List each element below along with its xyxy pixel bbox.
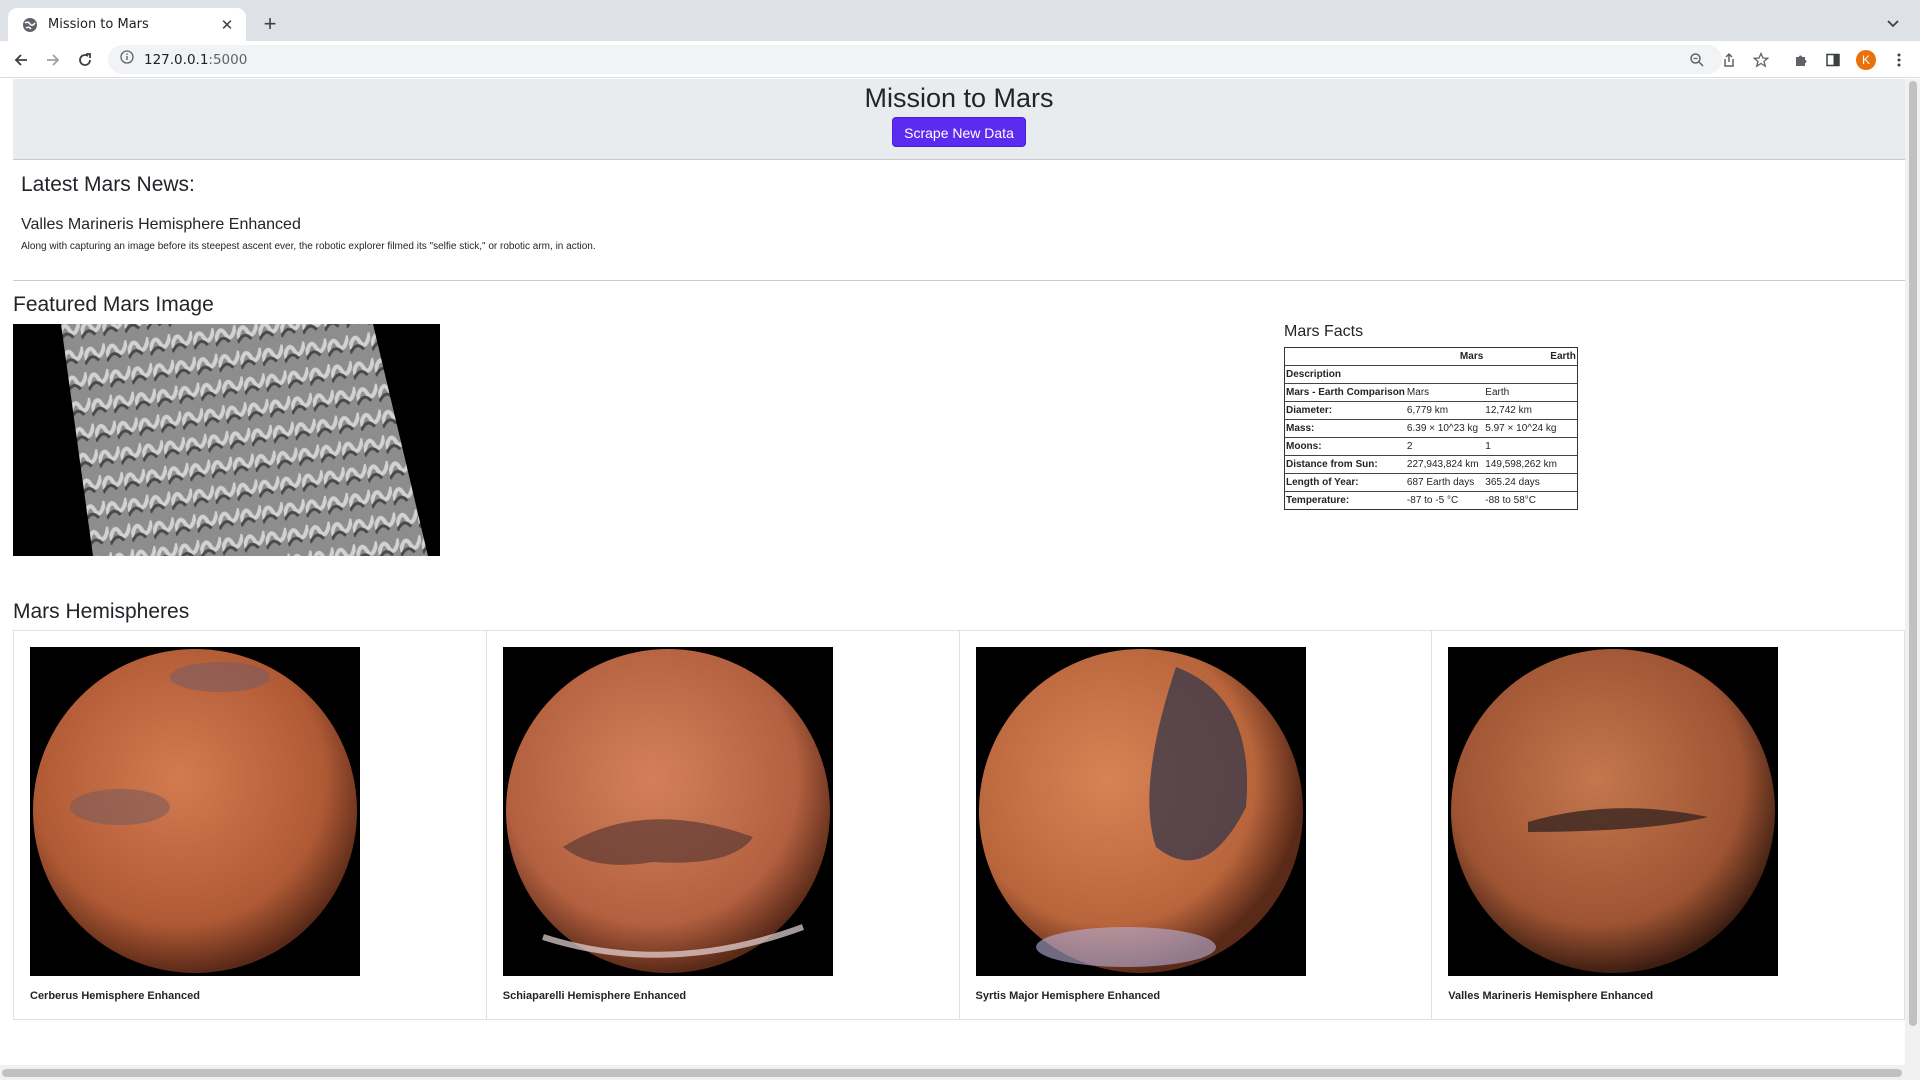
bookmark-star-icon[interactable] [1748, 47, 1774, 73]
zoom-icon[interactable] [1684, 47, 1710, 73]
hemisphere-title: Cerberus Hemisphere Enhanced [30, 990, 200, 1002]
facts-cell: 5.97 × 10^24 kg [1485, 423, 1557, 434]
table-row: Mars - Earth Comparison Mars Earth [1284, 383, 1578, 402]
url-host: 127.0.0.1 [144, 51, 209, 68]
facts-cell: 149,598,262 km [1485, 459, 1557, 470]
browser-tab-bar: Mission to Mars ✕ + [0, 0, 1920, 41]
featured-mars-image [13, 324, 440, 556]
browser-tab[interactable]: Mission to Mars ✕ [8, 8, 246, 41]
url-text: 127.0.0.1:5000 [144, 52, 247, 68]
back-arrow-icon[interactable] [8, 47, 34, 73]
vertical-scroll-thumb[interactable] [1909, 81, 1917, 1026]
facts-cell: Earth [1485, 387, 1510, 398]
facts-cell: 6.39 × 10^23 kg [1406, 423, 1479, 434]
news-title: Valles Marineris Hemisphere Enhanced [21, 216, 301, 233]
table-row: Temperature: -87 to -5 °C -88 to 58°C [1284, 491, 1578, 510]
horizontal-scroll-thumb[interactable] [2, 1069, 1902, 1077]
featured-image-heading: Featured Mars Image [13, 293, 214, 316]
hemisphere-title: Syrtis Major Hemisphere Enhanced [975, 990, 1161, 1002]
syrtis-major-hemisphere-image[interactable] [975, 647, 1306, 976]
hemisphere-title: Valles Marineris Hemisphere Enhanced [1448, 990, 1654, 1002]
table-row: Mass: 6.39 × 10^23 kg 5.97 × 10^24 kg [1284, 419, 1578, 438]
facts-cell: -87 to -5 °C [1406, 495, 1459, 506]
facts-cell: Length of Year: [1286, 477, 1359, 488]
side-panel-icon[interactable] [1820, 47, 1846, 73]
facts-col-header: Mars [1459, 351, 1484, 362]
facts-cell [1406, 366, 1484, 384]
facts-col-header [1285, 348, 1406, 366]
facts-cell: Distance from Sun: [1286, 459, 1378, 470]
page-title: Mission to Mars [864, 83, 1054, 113]
page-container: Mission to Mars Scrape New Data Latest M… [13, 79, 1905, 1020]
facts-cell: Diameter: [1286, 405, 1333, 416]
hemispheres-grid: Cerberus Hemisphere Enhanced Schiaparell… [13, 630, 1905, 1020]
facts-cell: 227,943,824 km [1406, 459, 1479, 470]
share-icon[interactable] [1716, 47, 1742, 73]
hemisphere-card: Valles Marineris Hemisphere Enhanced [1432, 631, 1904, 1019]
globe-icon [22, 17, 38, 33]
facts-cell: Mars [1406, 387, 1430, 398]
header-jumbotron: Mission to Mars Scrape New Data [13, 79, 1905, 160]
facts-cell [1484, 366, 1577, 384]
mars-facts-section: Mars Facts Mars Earth Description Mars -… [1284, 323, 1578, 510]
hemisphere-card: Schiaparelli Hemisphere Enhanced [487, 631, 960, 1019]
close-tab-icon[interactable]: ✕ [218, 16, 236, 34]
extensions-puzzle-icon[interactable] [1788, 47, 1814, 73]
profile-avatar[interactable]: K [1856, 50, 1876, 70]
facts-cell: 6,779 km [1406, 405, 1449, 416]
mars-facts-table: Mars Earth Description Mars - Earth Comp… [1284, 347, 1578, 510]
info-icon[interactable] [120, 50, 134, 69]
facts-cell: 12,742 km [1485, 405, 1532, 416]
tab-title: Mission to Mars [48, 17, 149, 32]
address-bar[interactable]: 127.0.0.1:5000 [108, 45, 1722, 74]
facts-cell: 365.24 days [1485, 477, 1540, 488]
news-section: Latest Mars News: Valles Marineris Hemis… [13, 160, 1905, 281]
cerberus-hemisphere-image[interactable] [30, 647, 360, 976]
table-row: Diameter: 6,779 km 12,742 km [1284, 401, 1578, 420]
hemisphere-title: Schiaparelli Hemisphere Enhanced [502, 990, 687, 1002]
kebab-menu-icon[interactable] [1886, 47, 1912, 73]
table-row: Distance from Sun: 227,943,824 km 149,598,… [1284, 455, 1578, 474]
facts-cell: Mars - Earth Comparison [1286, 387, 1405, 398]
chevron-down-icon[interactable] [1882, 12, 1904, 34]
hemispheres-heading: Mars Hemispheres [13, 600, 190, 623]
facts-cell: Temperature: [1286, 495, 1350, 506]
facts-cell: 687 Earth days [1406, 477, 1475, 488]
valles-marineris-hemisphere-image[interactable] [1448, 647, 1779, 976]
table-row: Length of Year: 687 Earth days 365.24 days [1284, 473, 1578, 492]
browser-toolbar: 127.0.0.1:5000 K [0, 41, 1920, 78]
reload-icon[interactable] [72, 47, 98, 73]
hemisphere-card: Syrtis Major Hemisphere Enhanced [960, 631, 1433, 1019]
new-tab-icon[interactable]: + [258, 11, 282, 36]
vertical-scrollbar[interactable] [1905, 79, 1920, 1065]
table-row: Moons: 2 1 [1284, 437, 1578, 456]
hemisphere-card: Cerberus Hemisphere Enhanced [14, 631, 487, 1019]
schiaparelli-hemisphere-image[interactable] [502, 647, 833, 976]
horizontal-scrollbar[interactable] [0, 1065, 1920, 1080]
facts-cell: 2 [1406, 441, 1413, 452]
facts-cell: 1 [1485, 441, 1491, 452]
forward-arrow-icon[interactable] [40, 47, 66, 73]
table-row: Description [1284, 365, 1578, 384]
news-paragraph: Along with capturing an image before its… [21, 241, 596, 252]
news-heading: Latest Mars News: [21, 173, 195, 196]
page-viewport: Mission to Mars Scrape New Data Latest M… [0, 79, 1920, 1080]
mars-facts-heading: Mars Facts [1284, 323, 1364, 340]
facts-cell: -88 to 58°C [1485, 495, 1536, 506]
url-port: :5000 [208, 51, 248, 68]
scrape-new-data-button[interactable]: Scrape New Data [892, 117, 1026, 147]
facts-col-header: Earth [1550, 351, 1576, 362]
facts-cell: Description [1286, 369, 1342, 380]
facts-cell: Moons: [1286, 441, 1322, 452]
facts-cell: Mass: [1286, 423, 1315, 434]
